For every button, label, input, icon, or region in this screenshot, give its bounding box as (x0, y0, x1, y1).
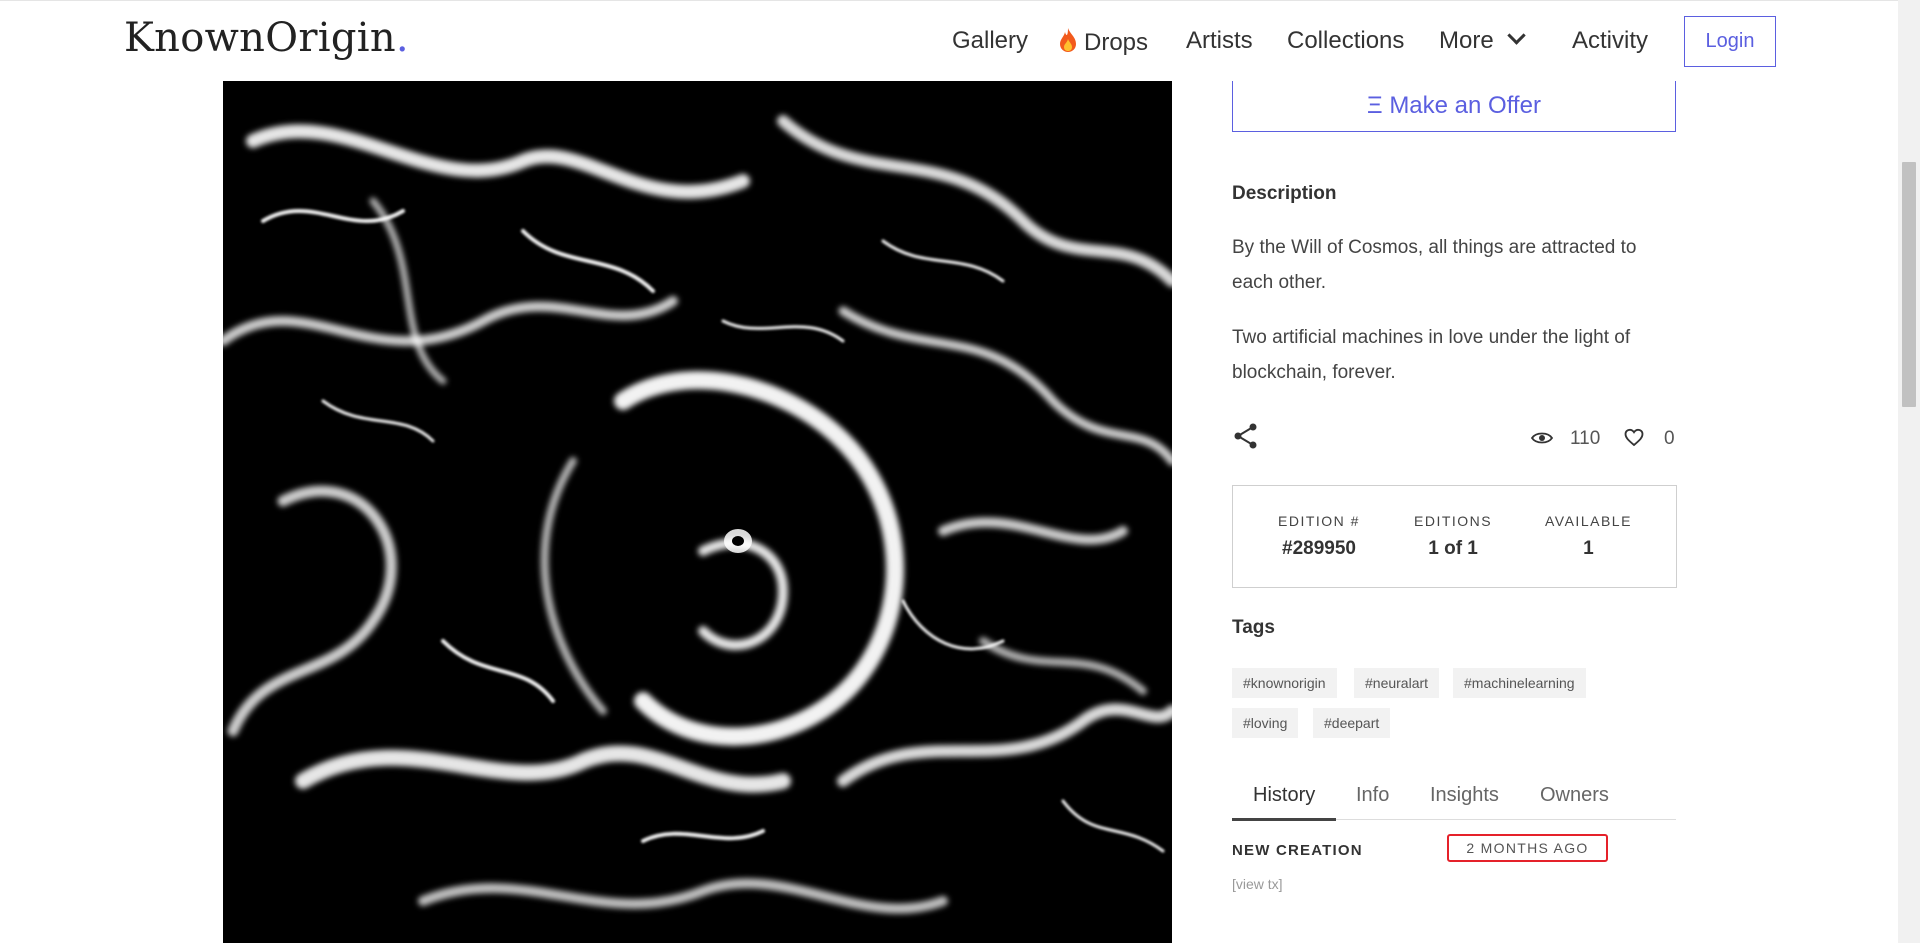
active-tab-indicator (1232, 818, 1336, 821)
nav-drops[interactable]: Drops (1058, 27, 1148, 57)
nav-collections[interactable]: Collections (1287, 27, 1404, 55)
nav-activity[interactable]: Activity (1572, 27, 1648, 55)
description-paragraph-1: By the Will of Cosmos, all things are at… (1232, 237, 1637, 293)
login-button[interactable]: Login (1684, 16, 1776, 67)
scrollbar-thumb[interactable] (1902, 162, 1916, 407)
flame-icon (1060, 28, 1076, 52)
detail-tabs: History Info Insights Owners (1232, 780, 1676, 821)
available-value: 1 (1583, 538, 1594, 559)
make-offer-button[interactable]: Ξ Make an Offer (1232, 81, 1676, 132)
tab-info[interactable]: Info (1356, 784, 1389, 807)
eye-icon (1531, 432, 1553, 444)
nav-more-label: More (1439, 27, 1494, 54)
editions-value: 1 of 1 (1428, 538, 1478, 559)
history-event-time: 2 MONTHS AGO (1447, 834, 1608, 862)
top-navbar: KnownOrigin. Gallery Drops Artists Colle… (0, 0, 1898, 81)
page-scrollbar[interactable] (1898, 0, 1920, 943)
knownorigin-logo[interactable]: KnownOrigin. (124, 15, 409, 61)
description-heading: Description (1232, 183, 1337, 204)
chevron-down-icon (1506, 26, 1526, 45)
description-paragraph-2: Two artificial machines in love under th… (1232, 327, 1631, 383)
tag-neuralart[interactable]: #neuralart (1354, 668, 1440, 698)
nav-gallery[interactable]: Gallery (952, 27, 1028, 55)
editions-available: AVAILABLE 1 (1545, 513, 1632, 560)
view-tx-link[interactable]: [view tx] (1232, 876, 1283, 892)
share-icon[interactable] (1232, 422, 1260, 450)
history-event-type: NEW CREATION (1232, 842, 1363, 859)
artwork-abstract (223, 81, 1172, 943)
tab-history[interactable]: History (1253, 784, 1315, 807)
edition-number-label: EDITION # (1278, 513, 1360, 529)
view-count: 110 (1570, 428, 1601, 449)
available-label: AVAILABLE (1545, 513, 1632, 529)
tags-heading: Tags (1232, 617, 1275, 638)
editions-label: EDITIONS (1414, 513, 1493, 529)
edition-number-value: #289950 (1282, 538, 1356, 559)
tab-insights[interactable]: Insights (1430, 784, 1499, 807)
nav-artists[interactable]: Artists (1186, 27, 1253, 55)
nav-more[interactable]: More (1439, 26, 1526, 55)
nav-drops-label: Drops (1084, 29, 1149, 56)
tag-knownorigin[interactable]: #knownorigin (1232, 668, 1337, 698)
heart-icon[interactable] (1624, 428, 1644, 447)
edition-info-box: EDITION # #289950 EDITIONS 1 of 1 AVAILA… (1232, 485, 1677, 588)
like-count: 0 (1664, 428, 1675, 449)
artwork-image[interactable] (223, 81, 1172, 943)
edition-number: EDITION # #289950 (1278, 513, 1360, 560)
tab-owners[interactable]: Owners (1540, 784, 1609, 807)
tag-machinelearning[interactable]: #machinelearning (1453, 668, 1586, 698)
tag-loving[interactable]: #loving (1232, 708, 1299, 738)
tag-deepart[interactable]: #deepart (1313, 708, 1391, 738)
editions-total: EDITIONS 1 of 1 (1414, 513, 1492, 560)
